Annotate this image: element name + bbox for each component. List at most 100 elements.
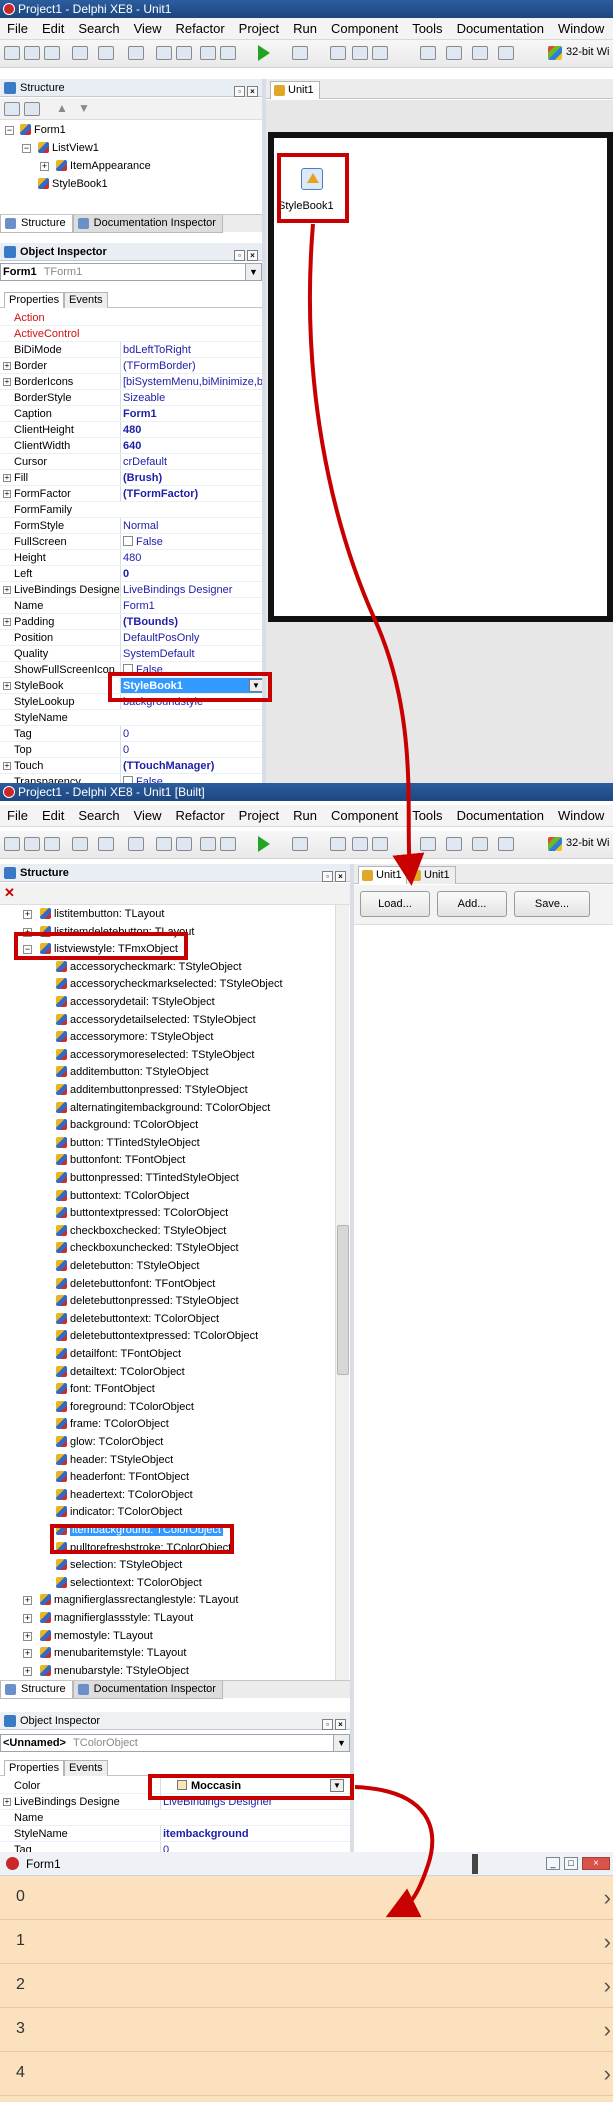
menu-view[interactable]: View	[127, 805, 169, 827]
checkbox[interactable]	[123, 776, 133, 783]
tree-node[interactable]: headerfont: TFontObject	[56, 1468, 189, 1486]
tree-node-listview1[interactable]: ListView1	[38, 139, 99, 157]
list-item[interactable]: 1 ›	[0, 1920, 613, 1964]
menu-tools[interactable]: Tools	[405, 805, 449, 827]
property-row[interactable]: Quality SystemDefault	[0, 646, 265, 662]
run-icon[interactable]	[258, 836, 270, 852]
tab-properties[interactable]: Properties	[4, 1760, 65, 1776]
pin-icon[interactable]: ▫	[322, 1719, 333, 1730]
property-row[interactable]: Transparency False	[0, 774, 265, 783]
menu-window[interactable]: Window	[551, 18, 611, 40]
expand-icon[interactable]: +	[23, 1666, 32, 1676]
tree-node-stylebook1[interactable]: StyleBook1	[38, 175, 108, 193]
tree-node[interactable]: accessorydetailselected: TStyleObject	[56, 1011, 256, 1029]
property-value[interactable]: 0	[120, 566, 265, 581]
property-value[interactable]: (TFormBorder)	[120, 358, 265, 373]
stop-icon[interactable]	[352, 837, 368, 851]
property-value[interactable]: DefaultPosOnly	[120, 630, 265, 645]
run-icon[interactable]	[258, 45, 270, 61]
tree-node[interactable]: deletebuttonfont: TFontObject	[56, 1275, 215, 1293]
tree-node[interactable]: detailfont: TFontObject	[56, 1345, 181, 1363]
tree-node[interactable]: deletebuttonpressed: TStyleObject	[56, 1292, 239, 1310]
menu-tools[interactable]: Tools	[405, 18, 449, 40]
target-platform[interactable]: 32-bit Wi	[548, 46, 609, 60]
property-value[interactable]: 480	[120, 422, 265, 437]
tab-events[interactable]: Events	[64, 292, 108, 308]
target-platform[interactable]: 32-bit Wi	[548, 837, 609, 851]
tree-node[interactable]: indicator: TColorObject	[56, 1503, 182, 1521]
property-row[interactable]: Top 0	[0, 742, 265, 758]
expand-icon[interactable]: +	[3, 378, 11, 386]
tree-node[interactable]: buttonfont: TFontObject	[56, 1151, 185, 1169]
property-value[interactable]: itembackground	[160, 1826, 350, 1841]
save-all-icon[interactable]	[44, 46, 60, 60]
pin-icon[interactable]: ▫	[322, 871, 333, 882]
minimize-icon[interactable]: _	[546, 1857, 560, 1870]
tree-node[interactable]: buttontextpressed: TColorObject	[56, 1204, 228, 1222]
property-row[interactable]: Name Form1	[0, 598, 265, 614]
property-value[interactable]: 0	[160, 1842, 350, 1852]
expand-icon[interactable]: +	[3, 474, 11, 482]
close-icon[interactable]: ×	[582, 1857, 610, 1870]
tree-node[interactable]: buttonpressed: TTintedStyleObject	[56, 1169, 239, 1187]
open-project-icon[interactable]	[72, 837, 88, 851]
inspector-object-selector[interactable]: <Unnamed> TColorObject ▼	[0, 1734, 350, 1752]
new-icon[interactable]	[4, 837, 20, 851]
pin-icon[interactable]: ▫	[234, 86, 245, 97]
tree-node[interactable]: headertext: TColorObject	[56, 1486, 193, 1504]
property-value[interactable]: [biSystemMenu,biMinimize,biM	[120, 374, 265, 389]
property-value[interactable]: LiveBindings Designer	[120, 582, 265, 597]
menu-search[interactable]: Search	[71, 805, 126, 827]
property-row[interactable]: Left 0	[0, 566, 265, 582]
property-row[interactable]: FullScreen False	[0, 534, 265, 550]
tree-node[interactable]: buttontext: TColorObject	[56, 1187, 189, 1205]
tree-node[interactable]: magnifierglassrectanglestyle: TLayout	[40, 1591, 238, 1609]
menu-project[interactable]: Project	[232, 18, 286, 40]
property-row[interactable]: + FormFactor (TFormFactor)	[0, 486, 265, 502]
property-value[interactable]: Normal	[120, 518, 265, 533]
run-without-debug-icon[interactable]	[292, 46, 308, 60]
run-to-cursor-icon[interactable]	[472, 837, 488, 851]
tab-documentation-inspector[interactable]: Documentation Inspector	[72, 1681, 223, 1699]
property-row[interactable]: FormFamily	[0, 502, 265, 518]
menu-file[interactable]: File	[0, 18, 35, 40]
menu-edit[interactable]: Edit	[35, 18, 71, 40]
tree-node[interactable]: accessorycheckmark: TStyleObject	[56, 958, 242, 976]
tab-documentation-inspector[interactable]: Documentation Inspector	[72, 215, 223, 233]
property-value[interactable]: False	[120, 774, 265, 783]
property-value[interactable]: crDefault	[120, 454, 265, 469]
tree-node[interactable]: background: TColorObject	[56, 1116, 198, 1134]
tree-node[interactable]: accessorymoreselected: TStyleObject	[56, 1046, 254, 1064]
open-file-icon[interactable]	[98, 46, 114, 60]
property-row[interactable]: ClientWidth 640	[0, 438, 265, 454]
expand-icon[interactable]: +	[3, 362, 11, 370]
print-icon[interactable]	[156, 46, 172, 60]
cut-icon[interactable]	[176, 837, 192, 851]
tree-node[interactable]: frame: TColorObject	[56, 1415, 169, 1433]
tab-structure[interactable]: Structure	[0, 1681, 73, 1699]
export-icon[interactable]	[220, 837, 236, 851]
list-item[interactable]: 3 ›	[0, 2008, 613, 2052]
open-icon[interactable]	[24, 837, 40, 851]
property-value[interactable]: False	[120, 534, 265, 549]
show-execution-point-icon[interactable]	[498, 46, 514, 60]
tree-node[interactable]: deletebuttontextpressed: TColorObject	[56, 1327, 258, 1345]
property-value[interactable]: Sizeable	[120, 390, 265, 405]
menu-edit[interactable]: Edit	[35, 805, 71, 827]
import-icon[interactable]	[200, 46, 216, 60]
tree-node[interactable]: listitembutton: TLayout	[40, 905, 164, 923]
expand-icon[interactable]: +	[23, 1596, 32, 1606]
checkbox[interactable]	[123, 536, 133, 546]
collapse-icon[interactable]: −	[5, 126, 14, 135]
tree-node[interactable]: selectiontext: TColorObject	[56, 1574, 202, 1592]
tree-node[interactable]: menubaritemstyle: TLayout	[40, 1644, 186, 1662]
property-value[interactable]: SystemDefault	[120, 646, 265, 661]
property-row[interactable]: Caption Form1	[0, 406, 265, 422]
tree-node[interactable]: detailtext: TColorObject	[56, 1363, 185, 1381]
expand-icon[interactable]: +	[3, 762, 11, 770]
property-row[interactable]: + BorderIcons [biSystemMenu,biMinimize,biM	[0, 374, 265, 390]
menu-view[interactable]: View	[127, 18, 169, 40]
cut-icon[interactable]	[176, 46, 192, 60]
close-icon[interactable]: ×	[335, 871, 346, 882]
property-row[interactable]: + Touch (TTouchManager)	[0, 758, 265, 774]
